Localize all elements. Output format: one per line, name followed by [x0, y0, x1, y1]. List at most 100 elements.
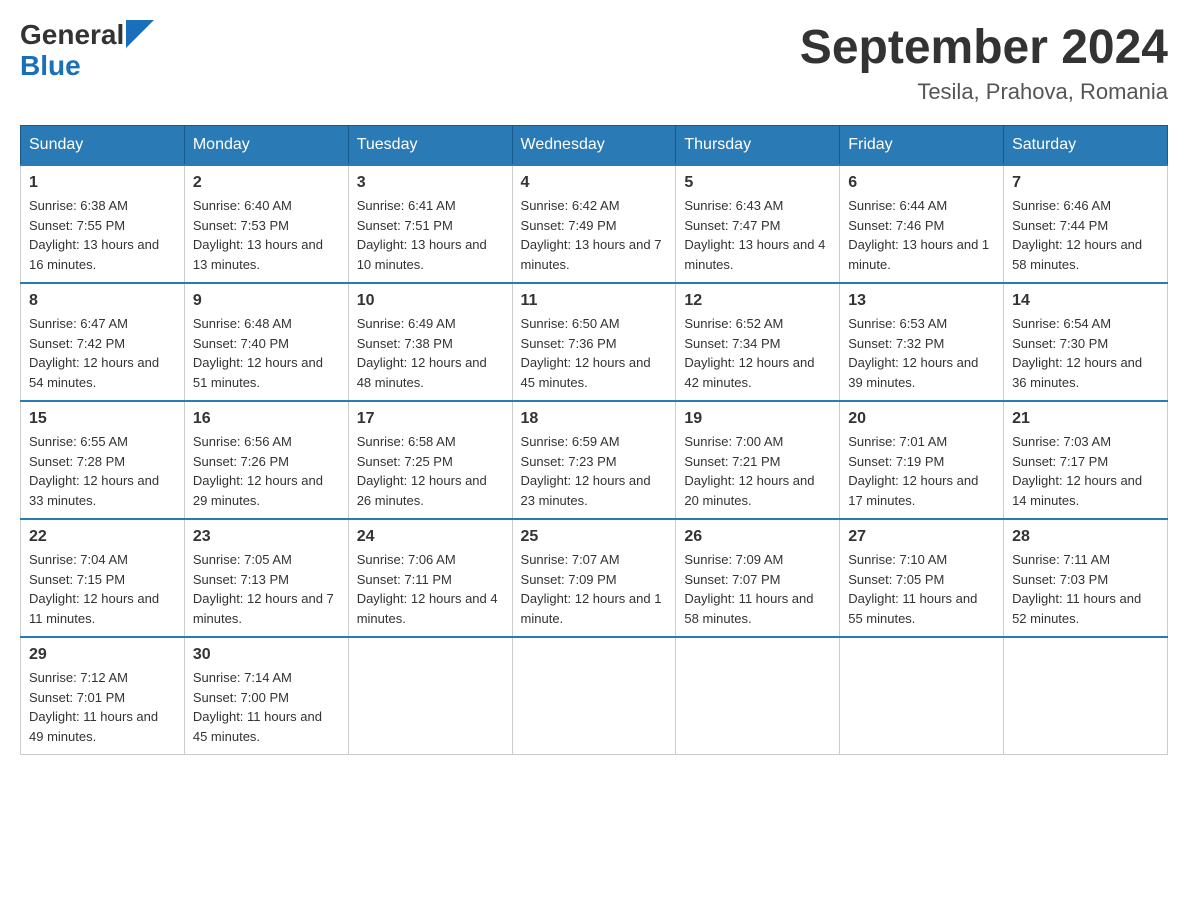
logo: General Blue: [20, 20, 154, 82]
calendar-cell: 4 Sunrise: 6:42 AMSunset: 7:49 PMDaylight…: [512, 165, 676, 283]
day-info: Sunrise: 6:47 AMSunset: 7:42 PMDaylight:…: [29, 314, 176, 392]
header-monday: Monday: [184, 126, 348, 166]
logo-triangle-icon: [126, 20, 154, 48]
day-number: 30: [193, 646, 340, 664]
weekday-header-row: Sunday Monday Tuesday Wednesday Thursday…: [21, 126, 1168, 166]
day-number: 15: [29, 410, 176, 428]
calendar-cell: 21 Sunrise: 7:03 AMSunset: 7:17 PMDayligh…: [1004, 401, 1168, 519]
calendar-cell: 15 Sunrise: 6:55 AMSunset: 7:28 PMDayligh…: [21, 401, 185, 519]
day-info: Sunrise: 6:52 AMSunset: 7:34 PMDaylight:…: [684, 314, 831, 392]
calendar-cell: 28 Sunrise: 7:11 AMSunset: 7:03 PMDayligh…: [1004, 519, 1168, 637]
day-info: Sunrise: 7:12 AMSunset: 7:01 PMDaylight:…: [29, 668, 176, 746]
day-number: 11: [521, 292, 668, 310]
header-thursday: Thursday: [676, 126, 840, 166]
calendar-cell: 29 Sunrise: 7:12 AMSunset: 7:01 PMDayligh…: [21, 637, 185, 755]
location-title: Tesila, Prahova, Romania: [800, 79, 1168, 105]
calendar-cell: 17 Sunrise: 6:58 AMSunset: 7:25 PMDayligh…: [348, 401, 512, 519]
day-info: Sunrise: 7:01 AMSunset: 7:19 PMDaylight:…: [848, 432, 995, 510]
day-info: Sunrise: 6:40 AMSunset: 7:53 PMDaylight:…: [193, 196, 340, 274]
day-number: 22: [29, 528, 176, 546]
calendar-cell: 23 Sunrise: 7:05 AMSunset: 7:13 PMDayligh…: [184, 519, 348, 637]
day-number: 25: [521, 528, 668, 546]
day-info: Sunrise: 7:07 AMSunset: 7:09 PMDaylight:…: [521, 550, 668, 628]
day-info: Sunrise: 6:55 AMSunset: 7:28 PMDaylight:…: [29, 432, 176, 510]
day-info: Sunrise: 6:56 AMSunset: 7:26 PMDaylight:…: [193, 432, 340, 510]
calendar-cell: 27Sunrise: 7:10 AMSunset: 7:05 PMDayligh…: [840, 519, 1004, 637]
day-info: Sunrise: 7:14 AMSunset: 7:00 PMDaylight:…: [193, 668, 340, 746]
week-row-1: 1 Sunrise: 6:38 AMSunset: 7:55 PMDaylight…: [21, 165, 1168, 283]
calendar-cell: 19 Sunrise: 7:00 AMSunset: 7:21 PMDayligh…: [676, 401, 840, 519]
week-row-2: 8 Sunrise: 6:47 AMSunset: 7:42 PMDaylight…: [21, 283, 1168, 401]
calendar-cell: 11 Sunrise: 6:50 AMSunset: 7:36 PMDayligh…: [512, 283, 676, 401]
day-info: Sunrise: 7:00 AMSunset: 7:21 PMDaylight:…: [684, 432, 831, 510]
day-info: Sunrise: 6:48 AMSunset: 7:40 PMDaylight:…: [193, 314, 340, 392]
day-info: Sunrise: 6:41 AMSunset: 7:51 PMDaylight:…: [357, 196, 504, 274]
calendar-cell: 5 Sunrise: 6:43 AMSunset: 7:47 PMDaylight…: [676, 165, 840, 283]
calendar-cell: 6Sunrise: 6:44 AMSunset: 7:46 PMDaylight…: [840, 165, 1004, 283]
day-number: 4: [521, 174, 668, 192]
day-number: 19: [684, 410, 831, 428]
day-info: Sunrise: 7:11 AMSunset: 7:03 PMDaylight:…: [1012, 550, 1159, 628]
day-info: Sunrise: 6:43 AMSunset: 7:47 PMDaylight:…: [684, 196, 831, 274]
day-info: Sunrise: 7:04 AMSunset: 7:15 PMDaylight:…: [29, 550, 176, 628]
calendar-cell: 16 Sunrise: 6:56 AMSunset: 7:26 PMDayligh…: [184, 401, 348, 519]
day-number: 27: [848, 528, 995, 546]
header-wednesday: Wednesday: [512, 126, 676, 166]
day-number: 1: [29, 174, 176, 192]
day-number: 21: [1012, 410, 1159, 428]
page-header: General Blue September 2024 Tesila, Prah…: [20, 20, 1168, 105]
day-number: 23: [193, 528, 340, 546]
logo-blue: Blue: [20, 51, 81, 82]
day-info: Sunrise: 6:42 AMSunset: 7:49 PMDaylight:…: [521, 196, 668, 274]
calendar-cell: 26Sunrise: 7:09 AMSunset: 7:07 PMDayligh…: [676, 519, 840, 637]
header-tuesday: Tuesday: [348, 126, 512, 166]
day-number: 20: [848, 410, 995, 428]
calendar-cell: 18 Sunrise: 6:59 AMSunset: 7:23 PMDayligh…: [512, 401, 676, 519]
day-number: 18: [521, 410, 668, 428]
day-number: 6: [848, 174, 995, 192]
month-title: September 2024: [800, 20, 1168, 75]
day-number: 16: [193, 410, 340, 428]
day-number: 7: [1012, 174, 1159, 192]
day-info: Sunrise: 6:46 AMSunset: 7:44 PMDaylight:…: [1012, 196, 1159, 274]
calendar-cell: [348, 637, 512, 755]
day-info: Sunrise: 6:38 AMSunset: 7:55 PMDaylight:…: [29, 196, 176, 274]
day-number: 8: [29, 292, 176, 310]
calendar-cell: 25 Sunrise: 7:07 AMSunset: 7:09 PMDayligh…: [512, 519, 676, 637]
day-number: 28: [1012, 528, 1159, 546]
day-number: 10: [357, 292, 504, 310]
day-info: Sunrise: 6:53 AMSunset: 7:32 PMDaylight:…: [848, 314, 995, 392]
day-info: Sunrise: 6:50 AMSunset: 7:36 PMDaylight:…: [521, 314, 668, 392]
calendar-table: Sunday Monday Tuesday Wednesday Thursday…: [20, 125, 1168, 755]
calendar-cell: 7 Sunrise: 6:46 AMSunset: 7:44 PMDaylight…: [1004, 165, 1168, 283]
day-number: 26: [684, 528, 831, 546]
day-number: 29: [29, 646, 176, 664]
day-number: 5: [684, 174, 831, 192]
calendar-cell: 24 Sunrise: 7:06 AMSunset: 7:11 PMDayligh…: [348, 519, 512, 637]
calendar-cell: 3 Sunrise: 6:41 AMSunset: 7:51 PMDaylight…: [348, 165, 512, 283]
day-number: 12: [684, 292, 831, 310]
calendar-cell: [1004, 637, 1168, 755]
calendar-cell: 10 Sunrise: 6:49 AMSunset: 7:38 PMDayligh…: [348, 283, 512, 401]
day-number: 17: [357, 410, 504, 428]
day-info: Sunrise: 7:03 AMSunset: 7:17 PMDaylight:…: [1012, 432, 1159, 510]
calendar-cell: 20 Sunrise: 7:01 AMSunset: 7:19 PMDayligh…: [840, 401, 1004, 519]
day-number: 24: [357, 528, 504, 546]
calendar-cell: [512, 637, 676, 755]
day-number: 3: [357, 174, 504, 192]
calendar-cell: 9Sunrise: 6:48 AMSunset: 7:40 PMDaylight…: [184, 283, 348, 401]
week-row-5: 29 Sunrise: 7:12 AMSunset: 7:01 PMDayligh…: [21, 637, 1168, 755]
day-number: 2: [193, 174, 340, 192]
calendar-cell: 14Sunrise: 6:54 AMSunset: 7:30 PMDayligh…: [1004, 283, 1168, 401]
calendar-cell: 30 Sunrise: 7:14 AMSunset: 7:00 PMDayligh…: [184, 637, 348, 755]
day-info: Sunrise: 6:58 AMSunset: 7:25 PMDaylight:…: [357, 432, 504, 510]
week-row-4: 22 Sunrise: 7:04 AMSunset: 7:15 PMDayligh…: [21, 519, 1168, 637]
header-sunday: Sunday: [21, 126, 185, 166]
day-info: Sunrise: 6:49 AMSunset: 7:38 PMDaylight:…: [357, 314, 504, 392]
day-info: Sunrise: 7:06 AMSunset: 7:11 PMDaylight:…: [357, 550, 504, 628]
calendar-cell: 8 Sunrise: 6:47 AMSunset: 7:42 PMDaylight…: [21, 283, 185, 401]
day-number: 13: [848, 292, 995, 310]
day-info: Sunrise: 6:59 AMSunset: 7:23 PMDaylight:…: [521, 432, 668, 510]
day-info: Sunrise: 7:05 AMSunset: 7:13 PMDaylight:…: [193, 550, 340, 628]
header-saturday: Saturday: [1004, 126, 1168, 166]
